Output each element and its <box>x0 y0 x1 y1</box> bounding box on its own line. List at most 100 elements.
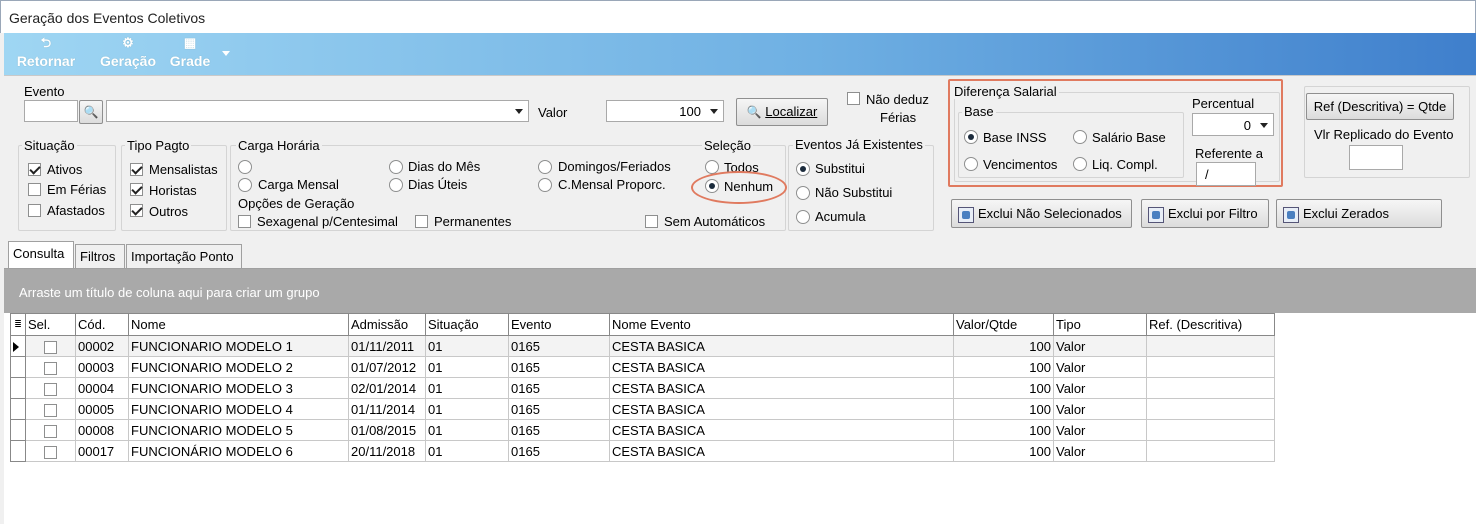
sem-automaticos-checkbox[interactable] <box>645 215 658 228</box>
row-select-checkbox[interactable] <box>44 382 57 396</box>
table-row[interactable]: 00002 FUNCIONARIO MODELO 1 01/11/2011 01 016… <box>10 335 1275 357</box>
cell-cod[interactable]: 00017 <box>75 440 129 462</box>
tab-filtros[interactable]: Filtros <box>75 244 125 269</box>
cell-evento[interactable]: 0165 <box>508 377 610 399</box>
cell-situacao[interactable]: 01 <box>425 356 509 378</box>
domingos-feriados-radio[interactable] <box>538 160 552 174</box>
carga-mensal-radio[interactable] <box>238 178 252 192</box>
grade-button[interactable]: ▦ Grade <box>166 33 214 75</box>
row-indicator[interactable] <box>10 398 26 420</box>
cell-evento[interactable]: 0165 <box>508 356 610 378</box>
row-indicator[interactable] <box>10 419 26 441</box>
cell-nome[interactable]: FUNCIONARIO MODELO 4 <box>128 398 349 420</box>
cell-cod[interactable]: 00008 <box>75 419 129 441</box>
row-select-checkbox[interactable] <box>44 445 57 459</box>
cell-nome-evento[interactable]: CESTA BASICA <box>609 419 954 441</box>
cell-sel[interactable] <box>25 398 76 420</box>
row-indicator[interactable] <box>10 356 26 378</box>
cell-sel[interactable] <box>25 356 76 378</box>
evento-code-input[interactable] <box>24 100 78 122</box>
cell-evento[interactable]: 0165 <box>508 419 610 441</box>
group-by-panel[interactable]: Arraste um título de coluna aqui para cr… <box>4 269 1476 313</box>
row-select-checkbox[interactable] <box>44 361 57 375</box>
cell-tipo[interactable]: Valor <box>1053 419 1147 441</box>
table-row[interactable]: 00004 FUNCIONARIO MODELO 3 02/01/2014 01 016… <box>10 377 1275 399</box>
cell-ref-descritiva[interactable] <box>1146 419 1275 441</box>
mensalistas-checkbox[interactable] <box>130 163 143 176</box>
cmensal-proporc-radio[interactable] <box>538 178 552 192</box>
liq-compl-radio[interactable] <box>1073 157 1087 171</box>
col-valor-qtde[interactable]: Valor/Qtde <box>953 313 1054 336</box>
base-inss-radio[interactable] <box>964 130 978 144</box>
cell-valor-qtde[interactable]: 100 <box>953 398 1054 420</box>
cell-situacao[interactable]: 01 <box>425 398 509 420</box>
tab-consulta[interactable]: Consulta <box>8 241 74 269</box>
cell-ref-descritiva[interactable] <box>1146 335 1275 357</box>
column-chooser-icon[interactable]: ≣ <box>10 313 26 336</box>
cell-nome[interactable]: FUNCIONÁRIO MODELO 6 <box>128 440 349 462</box>
cell-nome[interactable]: FUNCIONARIO MODELO 3 <box>128 377 349 399</box>
table-row[interactable]: 00008 FUNCIONARIO MODELO 5 01/08/2015 01 016… <box>10 419 1275 441</box>
row-indicator[interactable] <box>10 377 26 399</box>
row-indicator[interactable] <box>10 440 26 462</box>
cell-nome-evento[interactable]: CESTA BASICA <box>609 377 954 399</box>
cell-admissao[interactable]: 01/11/2011 <box>348 335 426 357</box>
localizar-button[interactable]: 🔍 Localizar <box>736 98 828 126</box>
row-select-checkbox[interactable] <box>44 340 57 354</box>
outros-checkbox[interactable] <box>130 204 143 217</box>
cell-situacao[interactable]: 01 <box>425 440 509 462</box>
cell-sel[interactable] <box>25 440 76 462</box>
cell-admissao[interactable]: 01/11/2014 <box>348 398 426 420</box>
col-nome-evento[interactable]: Nome Evento <box>609 313 954 336</box>
table-row[interactable]: 00017 FUNCIONÁRIO MODELO 6 20/11/2018 01 016… <box>10 440 1275 462</box>
referente-input[interactable]: / <box>1196 162 1256 186</box>
cell-evento[interactable]: 0165 <box>508 398 610 420</box>
dias-uteis-radio[interactable] <box>389 178 403 192</box>
permanentes-checkbox[interactable] <box>415 215 428 228</box>
cell-situacao[interactable]: 01 <box>425 377 509 399</box>
substitui-radio[interactable] <box>796 162 810 176</box>
em-ferias-checkbox[interactable] <box>28 183 41 196</box>
col-tipo[interactable]: Tipo <box>1053 313 1147 336</box>
col-sel[interactable]: Sel. <box>25 313 76 336</box>
col-situacao[interactable]: Situação <box>425 313 509 336</box>
col-cod[interactable]: Cód. <box>75 313 129 336</box>
col-evento[interactable]: Evento <box>508 313 610 336</box>
dias-do-mes-radio[interactable] <box>389 160 403 174</box>
cell-tipo[interactable]: Valor <box>1053 440 1147 462</box>
cell-sel[interactable] <box>25 335 76 357</box>
ref-descritiva-qtde-button[interactable]: Ref (Descritiva) = Qtde <box>1306 93 1454 120</box>
cell-tipo[interactable]: Valor <box>1053 398 1147 420</box>
cell-situacao[interactable]: 01 <box>425 419 509 441</box>
tab-importacao-ponto[interactable]: Importação Ponto <box>126 244 242 269</box>
evento-search-button[interactable]: 🔍 <box>79 100 103 124</box>
cell-ref-descritiva[interactable] <box>1146 377 1275 399</box>
cell-cod[interactable]: 00003 <box>75 356 129 378</box>
acumula-radio[interactable] <box>796 210 810 224</box>
afastados-checkbox[interactable] <box>28 204 41 217</box>
col-ref-descritiva[interactable]: Ref. (Descritiva) <box>1146 313 1275 336</box>
cell-situacao[interactable]: 01 <box>425 335 509 357</box>
nao-deduz-ferias-checkbox[interactable] <box>847 92 860 105</box>
cell-ref-descritiva[interactable] <box>1146 356 1275 378</box>
cell-valor-qtde[interactable]: 100 <box>953 377 1054 399</box>
cell-nome[interactable]: FUNCIONARIO MODELO 2 <box>128 356 349 378</box>
table-row[interactable]: 00005 FUNCIONARIO MODELO 4 01/11/2014 01 016… <box>10 398 1275 420</box>
cell-admissao[interactable]: 02/01/2014 <box>348 377 426 399</box>
cell-nome-evento[interactable]: CESTA BASICA <box>609 356 954 378</box>
cell-nome-evento[interactable]: CESTA BASICA <box>609 440 954 462</box>
ativos-checkbox[interactable] <box>28 163 41 176</box>
grade-dropdown-icon[interactable] <box>222 51 230 56</box>
row-indicator[interactable] <box>10 335 26 357</box>
cell-evento[interactable]: 0165 <box>508 440 610 462</box>
cell-cod[interactable]: 00004 <box>75 377 129 399</box>
geracao-button[interactable]: ⚙ Geração <box>98 33 158 75</box>
retornar-button[interactable]: ⮌ Retornar <box>14 33 78 75</box>
cell-tipo[interactable]: Valor <box>1053 335 1147 357</box>
row-select-checkbox[interactable] <box>44 403 57 417</box>
cell-nome-evento[interactable]: CESTA BASICA <box>609 398 954 420</box>
row-select-checkbox[interactable] <box>44 424 57 438</box>
cell-admissao[interactable]: 01/07/2012 <box>348 356 426 378</box>
col-admissao[interactable]: Admissão <box>348 313 426 336</box>
cell-admissao[interactable]: 20/11/2018 <box>348 440 426 462</box>
